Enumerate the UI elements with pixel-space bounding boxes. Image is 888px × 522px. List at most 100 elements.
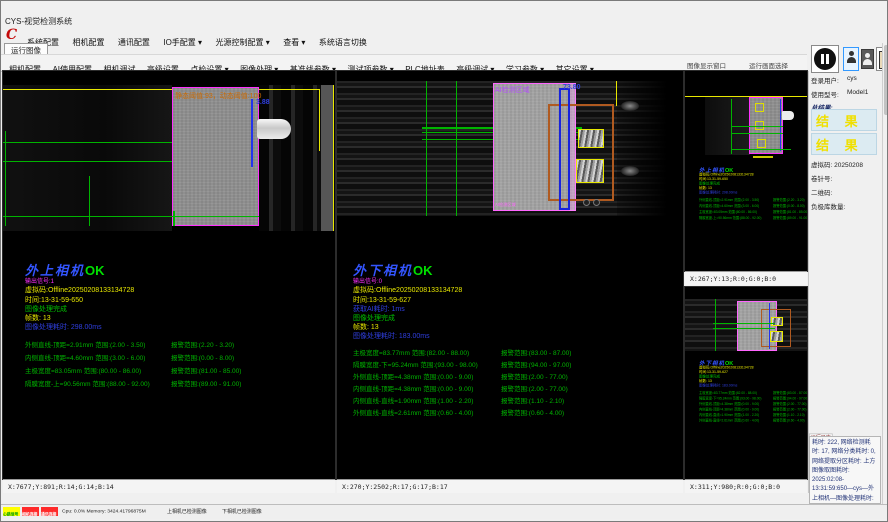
toolbar: 相机配置 AI使用配置 相机调试 高级设置 点检设置 ▾ 图像处理 ▾ 基准线参… xyxy=(1,54,807,72)
operator-mode-button[interactable] xyxy=(843,47,859,71)
defect-box-1 xyxy=(578,129,604,148)
mini-meas: 主极宽度=83.05mm 范围:(80.00 - 86.00) xyxy=(699,211,757,214)
mini-meas: 外侧直线-直线=2.61mm 范围:(0.60 - 4.00) xyxy=(699,420,759,423)
cpu-memory-text: Cpu: 0.0% Memory: 3424.41796875M xyxy=(62,508,146,514)
mini-meas: 内侧直线-直线=1.90mm 范围:(1.00 - 2.20) xyxy=(699,414,759,417)
center-time: 时间:13-31-59-627 xyxy=(353,297,411,304)
center-camera-view[interactable]: AI检测区域 AI检测区域 73.80 外下相机OK 输出信号:0 虚拟码:Of… xyxy=(337,71,683,479)
heartbeat-badge: 心跳信号 xyxy=(3,507,20,516)
menu-language-switch[interactable]: 系统语言切换 xyxy=(319,37,367,48)
stock-count-label: 负极库数量: xyxy=(811,201,845,211)
scrollbar-thumb[interactable] xyxy=(884,45,888,115)
machine-highlight-2 xyxy=(621,166,639,176)
green-line-2 xyxy=(3,161,172,162)
engineer-mode-button[interactable] xyxy=(861,49,874,69)
left-code: 虚拟码:Offline20250208133134728 xyxy=(25,287,134,294)
mini-meas: 隔膜宽度-上=90.56mm 范围:(88.00 - 92.00) xyxy=(699,217,761,220)
virtual-code: 虚拟码: 20250208 xyxy=(811,159,863,169)
green-vline-a xyxy=(426,81,427,216)
left-done: 图像处理完成 xyxy=(25,306,67,313)
menu-io-config[interactable]: IO手配置 ▾ xyxy=(163,37,202,48)
mini-alarm: 报警范围:(83.00 - 87.00) xyxy=(773,392,807,395)
left-time: 时间:13-31-59-650 xyxy=(25,297,83,304)
login-user-label: 登录用户: xyxy=(811,75,839,85)
menu-camera-config[interactable]: 相机配置 xyxy=(72,37,104,48)
sidebar: 登录用户: cys 使用型号: Model1 总结果: 结 果 结 果 虚拟码:… xyxy=(809,43,882,504)
preview-bottom-statusbar: X:311;Y:980;R:0;G:0;B:0 xyxy=(685,479,807,493)
sidebar-scrollbar[interactable] xyxy=(882,43,888,504)
mini-elapsed: 图像处理耗时: 183.00ms xyxy=(699,384,737,388)
center-camera-statusbar: X:270;Y:2502;R:17;G:17;B:17 xyxy=(337,479,683,493)
alarm-range: 报警范围:(81.00 - 85.00) xyxy=(171,369,241,376)
mini-green-vline-2 xyxy=(715,299,716,351)
preview-bottom-view[interactable]: 外下相机OK 虚拟码:Offline20250208133134728 时间:1… xyxy=(685,287,807,479)
alarm-range: 报警范围:(2.20 - 3.20) xyxy=(171,343,234,350)
mini-alarm: 报警范围:(2.00 - 77.00) xyxy=(773,409,806,412)
model-value[interactable]: Model1 xyxy=(847,89,868,96)
mini-alarm: 报警范围:(94.00 - 97.00) xyxy=(773,398,807,401)
login-user-value: cys xyxy=(847,75,857,82)
measurement-row: 内侧直线-直线=1.90mm 范围:(1.00 - 2.20) xyxy=(353,399,473,406)
mini-tab-object xyxy=(782,111,794,120)
left-elapsed: 图像处理耗时: 298.00ms xyxy=(25,324,102,331)
mini-green-hline-5 xyxy=(713,328,775,329)
alarm-range: 报警范围:(89.00 - 91.00) xyxy=(171,382,241,389)
menu-light-config[interactable]: 光源控制配置 ▾ xyxy=(216,37,270,48)
green-corner-mark xyxy=(173,211,175,226)
mini-elapsed: 图像处理耗时: 298.00ms xyxy=(699,191,737,195)
log-content: 耗时: 222, 网络检测耗时: 17, 网络分类耗时: 0, 网络提取分区耗时… xyxy=(809,436,881,504)
pause-icon xyxy=(814,48,836,70)
measurement-row: 主极宽度=83.05mm 范围:(80.00 - 86.00) xyxy=(25,369,141,376)
center-camera-result: OK xyxy=(413,263,433,278)
preview-header-left: 图像显示窗口 xyxy=(687,60,726,70)
blue-measure-value: 3.88 xyxy=(256,99,270,106)
yellow-guide-hline xyxy=(3,89,319,90)
mini-done: 图像处理完成 xyxy=(699,182,720,186)
mini-done: 图像处理完成 xyxy=(699,375,720,379)
left-signal: 输出信号:1 xyxy=(25,279,54,285)
left-camera-statusbar: X:7677;Y:891;R:14;G:14;B:14 xyxy=(3,479,335,493)
app-logo-icon: C xyxy=(6,29,17,41)
mini-yellow-box-3 xyxy=(757,139,766,148)
left-camera-title: 外上相机 xyxy=(25,263,85,278)
left-overlay: 外上相机OK 输出信号:1 虚拟码:Offline202502081331347… xyxy=(25,263,331,473)
result-block-lower: 结 果 xyxy=(811,133,877,155)
app-statusbar: 心跳信号 相机连接 通讯连接 Cpu: 0.0% Memory: 3424.41… xyxy=(1,504,888,519)
engineer-icon xyxy=(862,50,873,68)
measurement-row: 隔膜宽度-上=90.56mm 范围:(88.00 - 92.00) xyxy=(25,382,150,389)
alarm-range: 报警范围:(94.00 - 97.00) xyxy=(501,363,571,370)
green-vline-1 xyxy=(5,131,6,226)
mini-yellow-box-1 xyxy=(755,103,764,112)
preview-top-view[interactable]: 外上相机OK 虚拟码:Offline20250208133134728 时间:1… xyxy=(685,71,807,271)
mini-defect-2 xyxy=(770,331,783,342)
measurement-row: 外侧直线-顶距=2.91mm 范围:(2.00 - 3.50) xyxy=(25,343,145,350)
bolt-1 xyxy=(583,199,590,206)
mini-alarm: 报警范围:(0.60 - 4.00) xyxy=(773,420,805,423)
green-line-1 xyxy=(3,142,172,143)
machine-highlight-1 xyxy=(621,101,639,111)
mini-meas: 外侧直线-顶距=4.38mm 范围:(0.00 - 9.00) xyxy=(699,403,759,406)
menu-bar: 系统配置 相机配置 通讯配置 IO手配置 ▾ 光源控制配置 ▾ 查看 ▾ 系统语… xyxy=(27,32,376,50)
pause-button[interactable] xyxy=(811,45,839,73)
window-title: CYS-视觉检测系统 xyxy=(5,16,72,27)
mini-green-hline-2 xyxy=(731,133,783,134)
preview-header-right[interactable]: 运行画面选择 xyxy=(749,60,788,70)
mini-code: 虚拟码:Offline20250208133134728 xyxy=(699,173,754,177)
mini-time: 时间:13-31-59-650 xyxy=(699,178,728,182)
center-frames: 帧数: 13 xyxy=(353,324,379,331)
left-camera-view[interactable]: 静态阈值:93，动态阈值:100 3.88 外上相机OK 输出信号:1 虚拟码:… xyxy=(3,71,335,479)
menu-comm-config[interactable]: 通讯配置 xyxy=(118,37,150,48)
mini-alarm: 报警范围:(1.10 - 2.10) xyxy=(773,414,805,417)
mini-time: 时间:13-31-59-627 xyxy=(699,371,728,375)
app-window: CYS-视觉检测系统 C 系统配置 相机配置 通讯配置 IO手配置 ▾ 光源控制… xyxy=(0,0,888,522)
ai-region-label: AI检测区域 xyxy=(495,85,530,95)
blue-measure-rect xyxy=(559,88,570,210)
tab-object xyxy=(257,119,291,139)
center-overlay: 外下相机OK 输出信号:0 虚拟码:Offline202502081331347… xyxy=(353,263,673,479)
yellow-tick xyxy=(616,81,617,106)
green-vline-b xyxy=(456,81,457,216)
measurement-row: 外侧直线-直线=2.61mm 范围:(0.60 - 4.00) xyxy=(353,411,473,418)
menu-view[interactable]: 查看 ▾ xyxy=(283,37,305,48)
alarm-range: 报警范围:(1.10 - 2.10) xyxy=(501,399,564,406)
alarm-range: 报警范围:(0.60 - 4.00) xyxy=(501,411,564,418)
